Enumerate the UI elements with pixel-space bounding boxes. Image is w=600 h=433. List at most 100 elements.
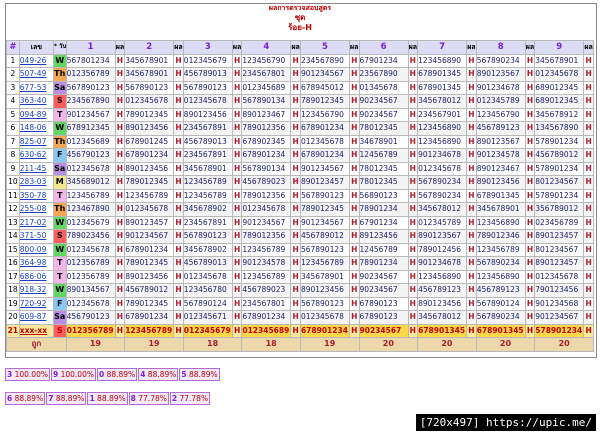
- row-number: 789012345: [124, 296, 175, 311]
- row-number: 456789023: [241, 283, 292, 298]
- stats-row-1: 3 100.00% 9 100.00% 0 88.89% 4 88.89% 5 88.8…: [5, 368, 221, 381]
- row-code-link[interactable]: 630-62: [18, 148, 54, 163]
- row-number: 345678912: [534, 107, 585, 122]
- row-number: 012345689: [241, 323, 292, 338]
- stat-digit: 8: [130, 394, 136, 403]
- result-mark: H: [173, 80, 184, 95]
- result-mark: H: [114, 202, 126, 217]
- row-number: 234567890: [65, 94, 116, 109]
- result-mark: H: [583, 175, 594, 190]
- row-code-link[interactable]: 371-50: [18, 229, 54, 244]
- result-mark: H: [114, 161, 126, 176]
- row-code-link[interactable]: 677-53: [18, 80, 54, 95]
- row-code-link[interactable]: xxx-xx: [18, 323, 54, 338]
- day-badge: S: [52, 229, 67, 244]
- row-code-link[interactable]: 507-49: [18, 67, 54, 82]
- result-mark: H: [466, 256, 477, 271]
- result-mark: H: [290, 202, 301, 217]
- row-number: 890123457: [299, 175, 350, 190]
- row-code-link[interactable]: 211-45: [18, 161, 54, 176]
- row-code-link[interactable]: 686-06: [18, 269, 54, 284]
- row-code-link[interactable]: 363-40: [18, 94, 54, 109]
- result-mark: H: [173, 161, 184, 176]
- day-badge: S: [52, 94, 67, 109]
- result-mark: H: [290, 242, 301, 257]
- table-row: 20 609-87 Sa 456790123 H 678901234 H 012345671 H…: [6, 310, 594, 325]
- result-mark: H: [173, 188, 184, 203]
- summary-count: 18: [241, 337, 301, 352]
- row-code-link[interactable]: 049-26: [18, 53, 54, 68]
- result-mark: H: [524, 229, 536, 244]
- row-code-link[interactable]: 217-02: [18, 215, 54, 230]
- result-mark: H: [231, 202, 243, 217]
- row-number: 890123456: [124, 121, 175, 136]
- row-code-link[interactable]: 364-98: [18, 256, 54, 271]
- row-number: 123467890: [65, 202, 116, 217]
- row-number: 34678901: [358, 134, 409, 149]
- row-number: 123456890: [417, 269, 468, 284]
- stat-digit: 1: [89, 394, 95, 403]
- row-number: 678901345: [417, 67, 468, 82]
- row-number: 890123457: [124, 215, 175, 230]
- row-code-link[interactable]: 255-08: [18, 202, 54, 217]
- row-number: 012345678: [299, 134, 350, 149]
- row-code-link[interactable]: 609-87: [18, 310, 54, 325]
- row-code-link[interactable]: 800-09: [18, 242, 54, 257]
- row-code-link[interactable]: 094-89: [18, 107, 54, 122]
- result-mark: H: [114, 323, 126, 338]
- header-col-9: 9: [534, 40, 585, 55]
- row-code-link[interactable]: 720-92: [18, 296, 54, 311]
- row-number: 123456789: [475, 242, 526, 257]
- row-number: 234567801: [241, 296, 292, 311]
- result-mark: H: [290, 107, 301, 122]
- table-row: 17 686-06 T 012356789 H 890123456 H 012345678 H 1…: [6, 269, 594, 284]
- result-mark: H: [407, 296, 419, 311]
- row-number: 789012345: [299, 94, 350, 109]
- result-mark: H: [114, 283, 126, 298]
- result-mark: H: [231, 67, 243, 82]
- row-index: 4: [6, 94, 20, 109]
- row-number: 123456890: [475, 215, 526, 230]
- row-number: 890123456: [182, 107, 233, 122]
- row-number: 890123567: [475, 134, 526, 149]
- result-mark: H: [114, 188, 126, 203]
- result-mark: H: [114, 256, 126, 271]
- table-row: 8 630-62 F 456790123 H 678901234 H 234567891 H 67…: [6, 148, 594, 163]
- row-code-link[interactable]: 825-07: [18, 134, 54, 149]
- row-number: 234567891: [182, 121, 233, 136]
- row-number: 890123456: [299, 283, 350, 298]
- result-mark: H: [524, 310, 536, 325]
- row-number: 456789012: [299, 229, 350, 244]
- stat-chip: 0 88.89%: [96, 368, 138, 381]
- row-number: 23567890: [358, 67, 409, 82]
- row-number: 678901245: [124, 134, 175, 149]
- result-mark: H: [231, 107, 243, 122]
- row-number: 901234567: [534, 310, 585, 325]
- result-mark: H: [114, 53, 126, 68]
- result-mark: H: [231, 229, 243, 244]
- row-number: 012345678: [241, 202, 292, 217]
- row-number: 67890123: [358, 310, 409, 325]
- row-code-link[interactable]: 148-06: [18, 121, 54, 136]
- row-code-link[interactable]: 918-32: [18, 283, 54, 298]
- row-number: 890123467: [475, 161, 526, 176]
- row-index: 1: [6, 53, 20, 68]
- row-number: 678901345: [417, 80, 468, 95]
- result-mark: H: [348, 148, 360, 163]
- result-mark: H: [114, 121, 126, 136]
- row-code-link[interactable]: 350-78: [18, 188, 54, 203]
- table-row: 1 049-26 W 567801234 H 345678901 H 012345679 H 12…: [6, 53, 594, 68]
- summary-count: 19: [65, 337, 126, 352]
- header-col-1: 1: [65, 40, 116, 55]
- row-number: 234567891: [182, 215, 233, 230]
- day-badge: T: [52, 269, 67, 284]
- row-number: 567890123: [65, 80, 116, 95]
- table-row: 5 094-89 T 901234567 H 789012345 H 890123456 H 89…: [6, 107, 594, 122]
- row-number: 123456789: [182, 175, 233, 190]
- row-code-link[interactable]: 283-03: [18, 175, 54, 190]
- row-number: 567890123: [299, 188, 350, 203]
- result-mark: H: [173, 202, 184, 217]
- result-mark: H: [290, 161, 301, 176]
- row-number: 90234567: [358, 269, 409, 284]
- result-mark: H: [407, 188, 419, 203]
